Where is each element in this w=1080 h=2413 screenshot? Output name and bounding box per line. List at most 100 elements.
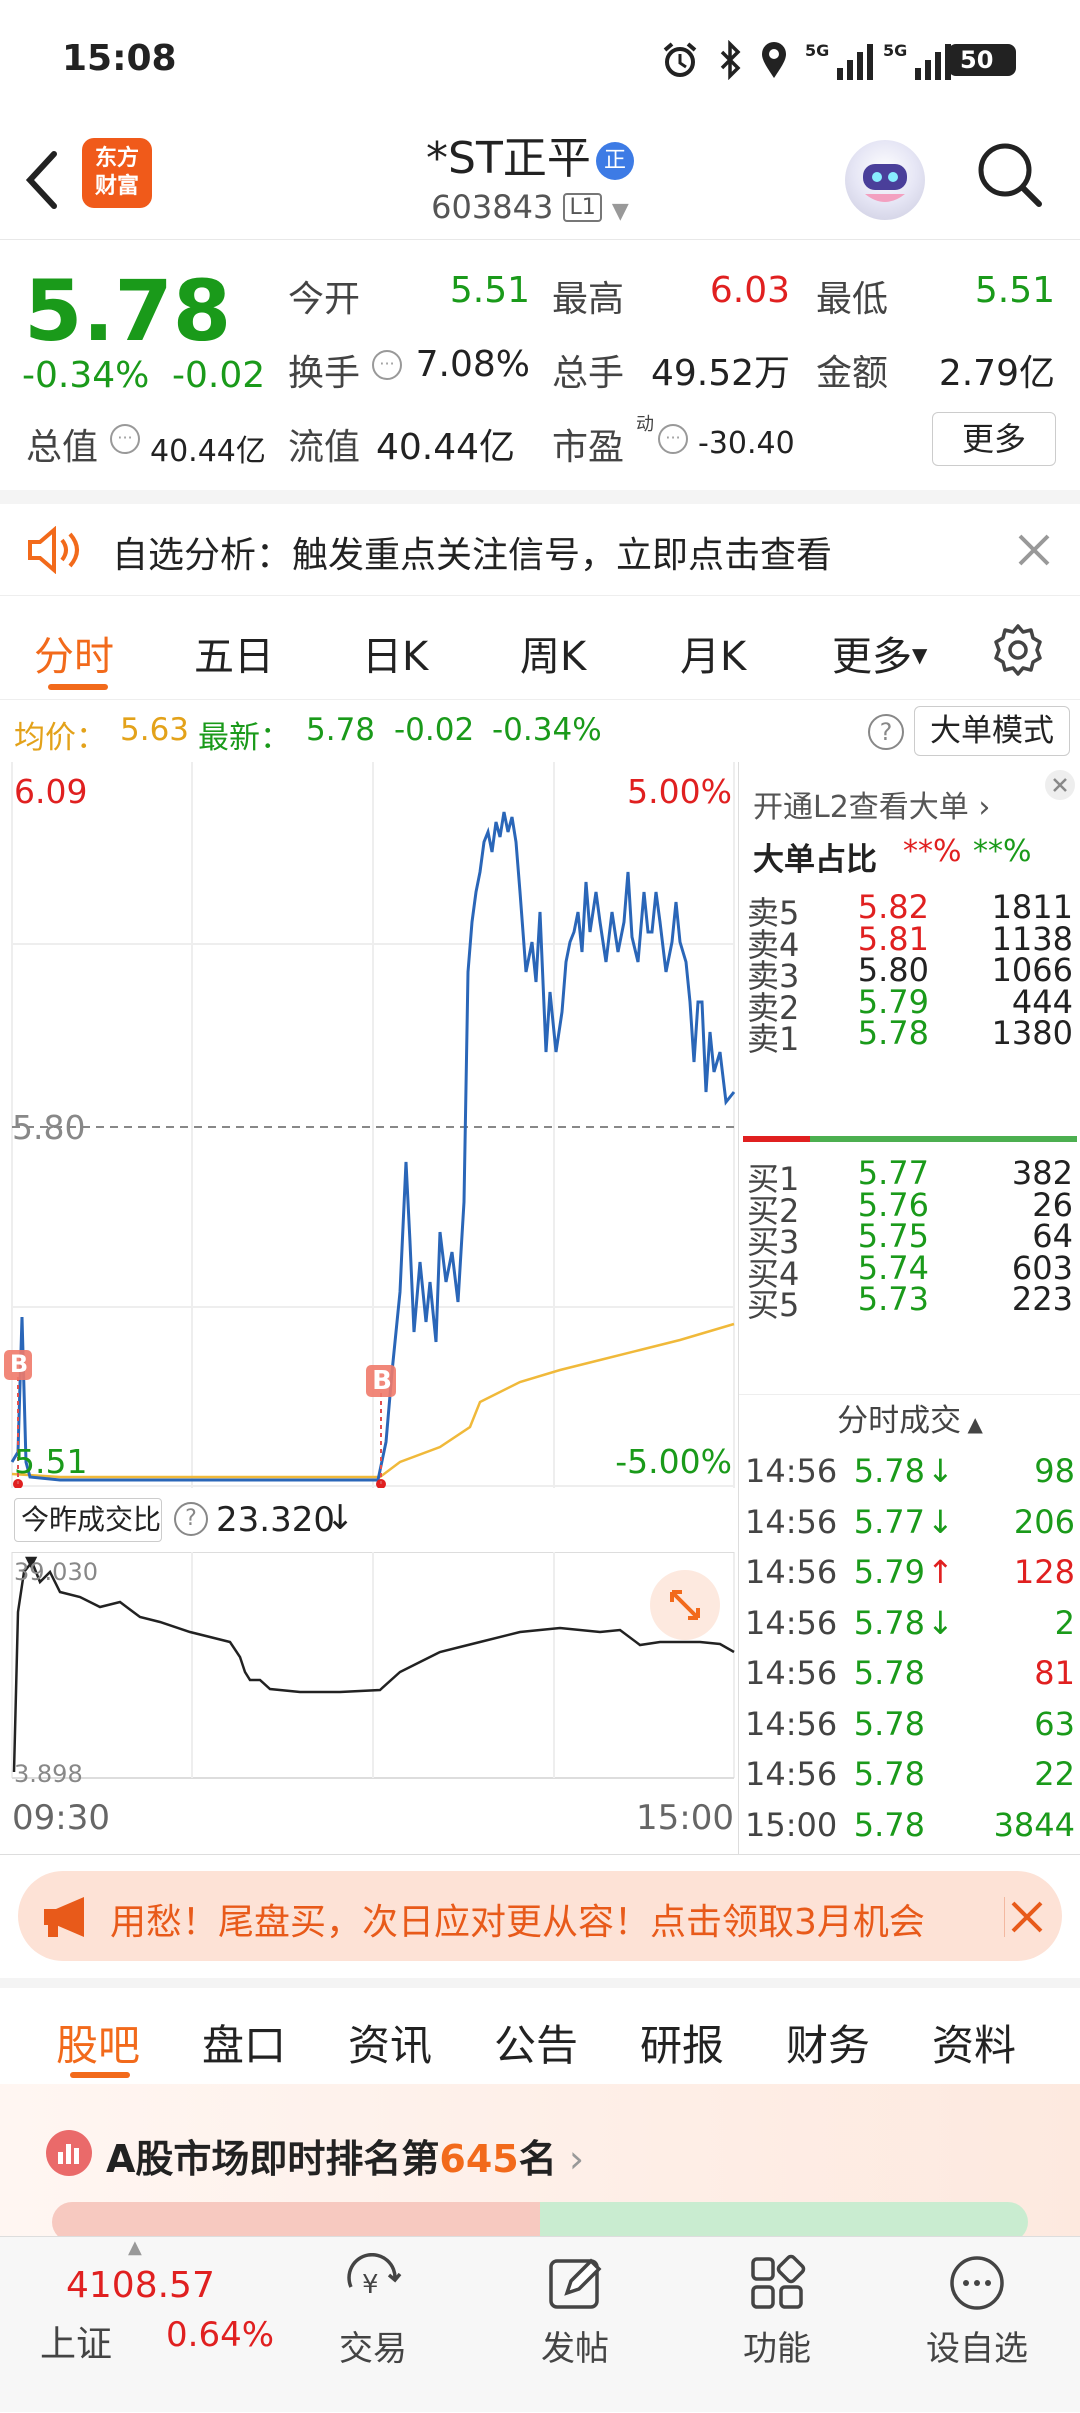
turnover-value: 7.08%: [415, 344, 530, 385]
chart-bottom-price: 5.51: [14, 1442, 88, 1481]
tab-more-label: 更多: [832, 634, 912, 680]
l2-promo[interactable]: 开通L2查看大单 ›: [753, 782, 990, 826]
buy-marker[interactable]: B: [8, 1350, 30, 1378]
tick-volume: 128: [1013, 1553, 1075, 1591]
volume-bottom-label: 3.898: [14, 1760, 83, 1788]
status-time: 15:08: [62, 38, 177, 79]
high-value: 6.03: [709, 270, 790, 311]
chart-mid-price: 5.80: [12, 1108, 86, 1147]
tab-more[interactable]: 更多▼: [832, 624, 927, 682]
tick-volume: 81: [1034, 1654, 1075, 1692]
bid-row[interactable]: 买5 5.73 223: [739, 1280, 1080, 1328]
help-icon[interactable]: ?: [868, 714, 904, 750]
logo-line2: 财富: [94, 174, 139, 199]
bid-label: 买5: [747, 1286, 800, 1324]
tab-announcements[interactable]: 公告: [494, 2012, 578, 2073]
index-ticker[interactable]: ▲ 4108.57 上证 0.64%: [0, 2237, 290, 2413]
big-order-mode-button[interactable]: 大单模式: [914, 706, 1070, 756]
ranking-prefix: A股市场即时排名第: [106, 2137, 440, 2181]
nav-add-watchlist[interactable]: 设自选: [912, 2253, 1042, 2370]
mktcap-label: 总值: [26, 427, 99, 468]
arrow-down-icon: ↓: [326, 1498, 355, 1538]
amount-value: 2.79亿: [938, 353, 1055, 394]
tab-five-day[interactable]: 五日: [194, 624, 274, 682]
ranking-card[interactable]: A股市场即时排名第645名 ›: [0, 2084, 1080, 2242]
last-price: 5.78: [24, 262, 232, 360]
tab-research[interactable]: 研报: [640, 2012, 724, 2073]
stock-name: *ST正平: [426, 133, 591, 184]
index-pct: 0.64%: [166, 2315, 275, 2355]
promo-pill[interactable]: 用愁！尾盘买，次日应对更从容！点击领取3月机会: [18, 1871, 1062, 1961]
chart-bottom-pct: -5.00%: [615, 1442, 732, 1481]
signal-5g-icon-2: 5G: [883, 38, 953, 82]
buy-marker-2[interactable]: B: [371, 1366, 393, 1396]
info-circle-icon-2[interactable]: ···: [110, 424, 140, 454]
notice-text: 自选分析：触发重点关注信号，立即点击查看: [112, 535, 833, 576]
settings-gear-icon[interactable]: [990, 622, 1046, 678]
nav-post[interactable]: 发帖: [520, 2253, 630, 2370]
tick-price: 5.79: [853, 1553, 925, 1591]
amount-label: 金额: [816, 353, 889, 394]
bid-price: 5.73: [857, 1280, 929, 1318]
pe-value: -30.40: [698, 426, 795, 461]
tick-row: 14:56 5.78 22: [739, 1755, 1080, 1803]
ticks-header[interactable]: 分时成交 ▲: [739, 1394, 1080, 1446]
tick-time: 14:56: [745, 1704, 838, 1743]
tick-time: 14:56: [745, 1452, 838, 1490]
ask-label: 卖1: [747, 1020, 800, 1058]
tab-monthly-k[interactable]: 月K: [680, 624, 746, 682]
pe-label: 市盈: [552, 427, 625, 468]
close-icon[interactable]: [1045, 770, 1075, 800]
change-pct: -0.34%: [22, 355, 150, 396]
volume-panel: 今昨成交比▼ ? 23.320 ↓ 39.030 3.898 09:30 15:…: [0, 1488, 738, 1854]
tab-news[interactable]: 资讯: [348, 2012, 432, 2073]
battery-level: 50: [960, 46, 994, 74]
nav-trade[interactable]: ¥ 交易: [318, 2253, 428, 2370]
tab-underline-2: [70, 2072, 130, 2078]
robot-assistant-icon[interactable]: [845, 140, 925, 220]
ratio-selector[interactable]: 今昨成交比▼: [14, 1498, 162, 1571]
nav-functions[interactable]: 功能: [722, 2253, 832, 2370]
more-button[interactable]: 更多: [932, 412, 1056, 466]
bluetooth-icon: [715, 40, 745, 80]
edit-icon: [545, 2253, 605, 2313]
notice-bar[interactable]: 自选分析：触发重点关注信号，立即点击查看: [0, 490, 1080, 596]
caret-up-icon: ▲: [961, 1412, 983, 1436]
tab-intraday[interactable]: 分时: [34, 624, 114, 682]
chart-info-line: 均价： 5.63 最新： 5.78 -0.02 -0.34% ? 大单模式: [0, 700, 1080, 762]
expand-icon[interactable]: [650, 1570, 720, 1640]
location-icon: [758, 40, 790, 80]
quote-panel: 5.78 -0.34% -0.02 今开 5.51 最高 6.03 最低 5.5…: [0, 240, 1080, 490]
pe-sup: 动: [636, 414, 654, 435]
index-name: 上证: [40, 2324, 113, 2365]
tick-volume: 22: [1034, 1755, 1075, 1793]
tab-financials[interactable]: 财务: [786, 2012, 870, 2073]
signal-5g-icon: 5G: [805, 38, 875, 82]
nav-functions-label: 功能: [743, 2329, 811, 2369]
ask-row[interactable]: 卖1 5.78 1380: [739, 1014, 1080, 1062]
stock-code: 603843: [431, 188, 554, 226]
avg-value: 5.63: [120, 712, 190, 748]
stock-code-row[interactable]: 603843 L1 ▼: [380, 188, 680, 226]
bar-chart-icon: [46, 2130, 92, 2176]
latest-label: 最新：: [198, 720, 291, 756]
tab-profile[interactable]: 资料: [932, 2012, 1016, 2073]
time-end: 15:00: [636, 1798, 734, 1838]
search-icon[interactable]: [975, 140, 1045, 210]
trade-icon: ¥: [343, 2253, 403, 2313]
tab-pankou[interactable]: 盘口: [202, 2012, 286, 2073]
close-icon[interactable]: [1016, 532, 1052, 568]
svg-text:5G: 5G: [805, 41, 829, 60]
change-value: -0.02: [172, 355, 266, 396]
info-circle-icon-3[interactable]: ···: [658, 424, 688, 454]
tab-daily-k[interactable]: 日K: [362, 624, 428, 682]
close-icon[interactable]: [1004, 1897, 1044, 1937]
tab-weekly-k[interactable]: 周K: [520, 624, 586, 682]
price-chart[interactable]: B B 6.09 5.00% 5.80 5.51 -5.00%: [0, 762, 738, 1488]
help-icon-2[interactable]: ?: [174, 1502, 208, 1536]
app-logo: 东方 财富: [82, 138, 152, 208]
promo-banner[interactable]: 用愁！尾盘买，次日应对更从容！点击领取3月机会: [0, 1854, 1080, 1978]
info-circle-icon[interactable]: ···: [372, 350, 402, 380]
tab-guba[interactable]: 股吧: [56, 2012, 140, 2073]
back-icon[interactable]: [22, 150, 62, 210]
